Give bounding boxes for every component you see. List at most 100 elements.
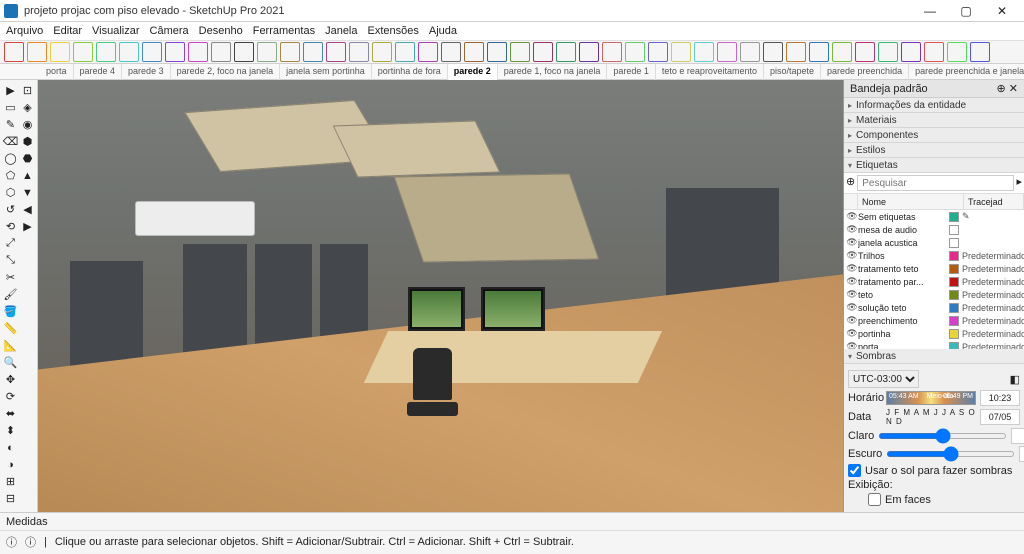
tool-button-31[interactable]: ▼	[19, 184, 36, 201]
scene-tab[interactable]: parede 3	[122, 64, 171, 80]
col-dash[interactable]: Tracejad	[964, 194, 1024, 209]
scene-tab[interactable]: portinha de fora	[372, 64, 448, 80]
visibility-icon[interactable]: 👁	[846, 328, 858, 339]
toolbar-button-30[interactable]	[694, 42, 714, 62]
time-input[interactable]	[980, 390, 1020, 406]
toolbar-button-18[interactable]	[418, 42, 438, 62]
scene-tab[interactable]: janela sem portinha	[280, 64, 372, 80]
tag-color-swatch[interactable]	[949, 238, 959, 248]
scene-tab[interactable]: parede preenchida	[821, 64, 909, 80]
add-tag-icon[interactable]: ⊕	[846, 175, 855, 191]
tool-button-2[interactable]: ✎	[2, 116, 19, 133]
tag-row[interactable]: 👁mesa de audio	[844, 223, 1024, 236]
shadow-toggle-icon[interactable]: ◧	[1010, 373, 1020, 386]
scene-tab[interactable]: piso/tapete	[764, 64, 821, 80]
tool-button-32[interactable]: ◀	[19, 201, 36, 218]
tool-button-11[interactable]: ✂	[2, 269, 19, 286]
tag-row[interactable]: 👁solução tetoPredeterminado	[844, 301, 1024, 314]
toolbar-button-26[interactable]	[602, 42, 622, 62]
toolbar-button-36[interactable]	[832, 42, 852, 62]
dark-slider[interactable]	[886, 451, 1015, 457]
use-sun-checkbox[interactable]	[848, 464, 861, 477]
tool-button-3[interactable]: ⌫	[2, 133, 19, 150]
section-styles[interactable]: Estilos	[844, 143, 1024, 158]
tool-button-24[interactable]: ⊟	[2, 490, 19, 507]
tag-row[interactable]: 👁portinhaPredeterminado	[844, 327, 1024, 340]
tray-close-icon[interactable]: ✕	[1009, 83, 1018, 95]
tag-color-swatch[interactable]	[949, 251, 959, 261]
tag-color-swatch[interactable]	[949, 329, 959, 339]
tool-button-0[interactable]: ▶	[2, 82, 19, 99]
toolbar-button-38[interactable]	[878, 42, 898, 62]
tag-color-swatch[interactable]	[949, 212, 959, 222]
tool-button-33[interactable]: ▶	[19, 218, 36, 235]
menu-extensões[interactable]: Extensões	[368, 25, 419, 37]
toolbar-button-14[interactable]	[326, 42, 346, 62]
scene-tab[interactable]: parede 1	[607, 64, 656, 80]
toolbar-button-1[interactable]	[27, 42, 47, 62]
tool-button-22[interactable]: ◑	[2, 456, 19, 473]
tag-color-swatch[interactable]	[949, 342, 959, 350]
toolbar-button-41[interactable]	[947, 42, 967, 62]
close-button[interactable]: ✕	[984, 1, 1020, 21]
menu-arquivo[interactable]: Arquivo	[6, 25, 43, 37]
toolbar-button-42[interactable]	[970, 42, 990, 62]
toolbar-button-9[interactable]	[211, 42, 231, 62]
tag-color-swatch[interactable]	[949, 277, 959, 287]
tool-button-10[interactable]: ⤡	[2, 252, 19, 269]
tag-row[interactable]: 👁janela acustica	[844, 236, 1024, 249]
tool-button-8[interactable]: ⟲	[2, 218, 19, 235]
light-value[interactable]	[1011, 428, 1024, 444]
tool-button-1[interactable]: ▭	[2, 99, 19, 116]
tag-row[interactable]: 👁tetoPredeterminado	[844, 288, 1024, 301]
visibility-icon[interactable]: 👁	[846, 341, 858, 349]
tag-row[interactable]: 👁tratamento tetoPredeterminado	[844, 262, 1024, 275]
tray-pin-icon[interactable]: ⊕	[997, 83, 1006, 95]
time-slider[interactable]: 05:43 AM Meio-dia 06:49 PM	[886, 391, 976, 405]
tool-button-23[interactable]: ⊞	[2, 473, 19, 490]
toolbar-button-40[interactable]	[924, 42, 944, 62]
visibility-icon[interactable]: 👁	[846, 289, 858, 300]
tool-button-16[interactable]: 🔍	[2, 354, 19, 371]
visibility-icon[interactable]: 👁	[846, 224, 858, 235]
scene-tab[interactable]: parede 2, foco na janela	[171, 64, 281, 80]
tag-color-swatch[interactable]	[949, 316, 959, 326]
tool-button-27[interactable]: ◉	[19, 116, 36, 133]
toolbar-button-15[interactable]	[349, 42, 369, 62]
tag-row[interactable]: 👁preenchimentoPredeterminado	[844, 314, 1024, 327]
tool-button-18[interactable]: ⟳	[2, 388, 19, 405]
menu-editar[interactable]: Editar	[53, 25, 82, 37]
light-slider[interactable]	[878, 433, 1007, 439]
tag-color-swatch[interactable]	[949, 264, 959, 274]
menu-ajuda[interactable]: Ajuda	[429, 25, 457, 37]
tag-row[interactable]: 👁tratamento par...Predeterminado	[844, 275, 1024, 288]
scene-tab[interactable]: parede 2	[448, 64, 498, 80]
section-components[interactable]: Componentes	[844, 128, 1024, 143]
toolbar-button-11[interactable]	[257, 42, 277, 62]
viewport-3d[interactable]	[38, 80, 844, 512]
menu-janela[interactable]: Janela	[325, 25, 357, 37]
toolbar-button-17[interactable]	[395, 42, 415, 62]
toolbar-button-22[interactable]	[510, 42, 530, 62]
toolbar-button-4[interactable]	[96, 42, 116, 62]
toolbar-button-35[interactable]	[809, 42, 829, 62]
visibility-icon[interactable]: 👁	[846, 237, 858, 248]
tag-row[interactable]: 👁Sem etiquetas✎	[844, 210, 1024, 223]
tool-button-6[interactable]: ⬡	[2, 184, 19, 201]
section-entity-info[interactable]: Informações da entidade	[844, 98, 1024, 113]
toolbar-button-0[interactable]	[4, 42, 24, 62]
visibility-icon[interactable]: 👁	[846, 276, 858, 287]
tool-button-21[interactable]: ◐	[2, 439, 19, 456]
tag-row[interactable]: 👁portaPredeterminado	[844, 340, 1024, 349]
date-input[interactable]	[980, 409, 1020, 425]
col-name[interactable]: Nome	[858, 194, 964, 209]
visibility-icon[interactable]: 👁	[846, 211, 858, 222]
faces-checkbox[interactable]	[868, 493, 881, 506]
scene-tab[interactable]: parede preenchida e janela acustica	[909, 64, 1024, 80]
tool-button-9[interactable]: ⤢	[2, 235, 19, 252]
tool-button-26[interactable]: ◈	[19, 99, 36, 116]
toolbar-button-21[interactable]	[487, 42, 507, 62]
toolbar-button-13[interactable]	[303, 42, 323, 62]
tool-button-19[interactable]: ⬌	[2, 405, 19, 422]
toolbar-button-39[interactable]	[901, 42, 921, 62]
